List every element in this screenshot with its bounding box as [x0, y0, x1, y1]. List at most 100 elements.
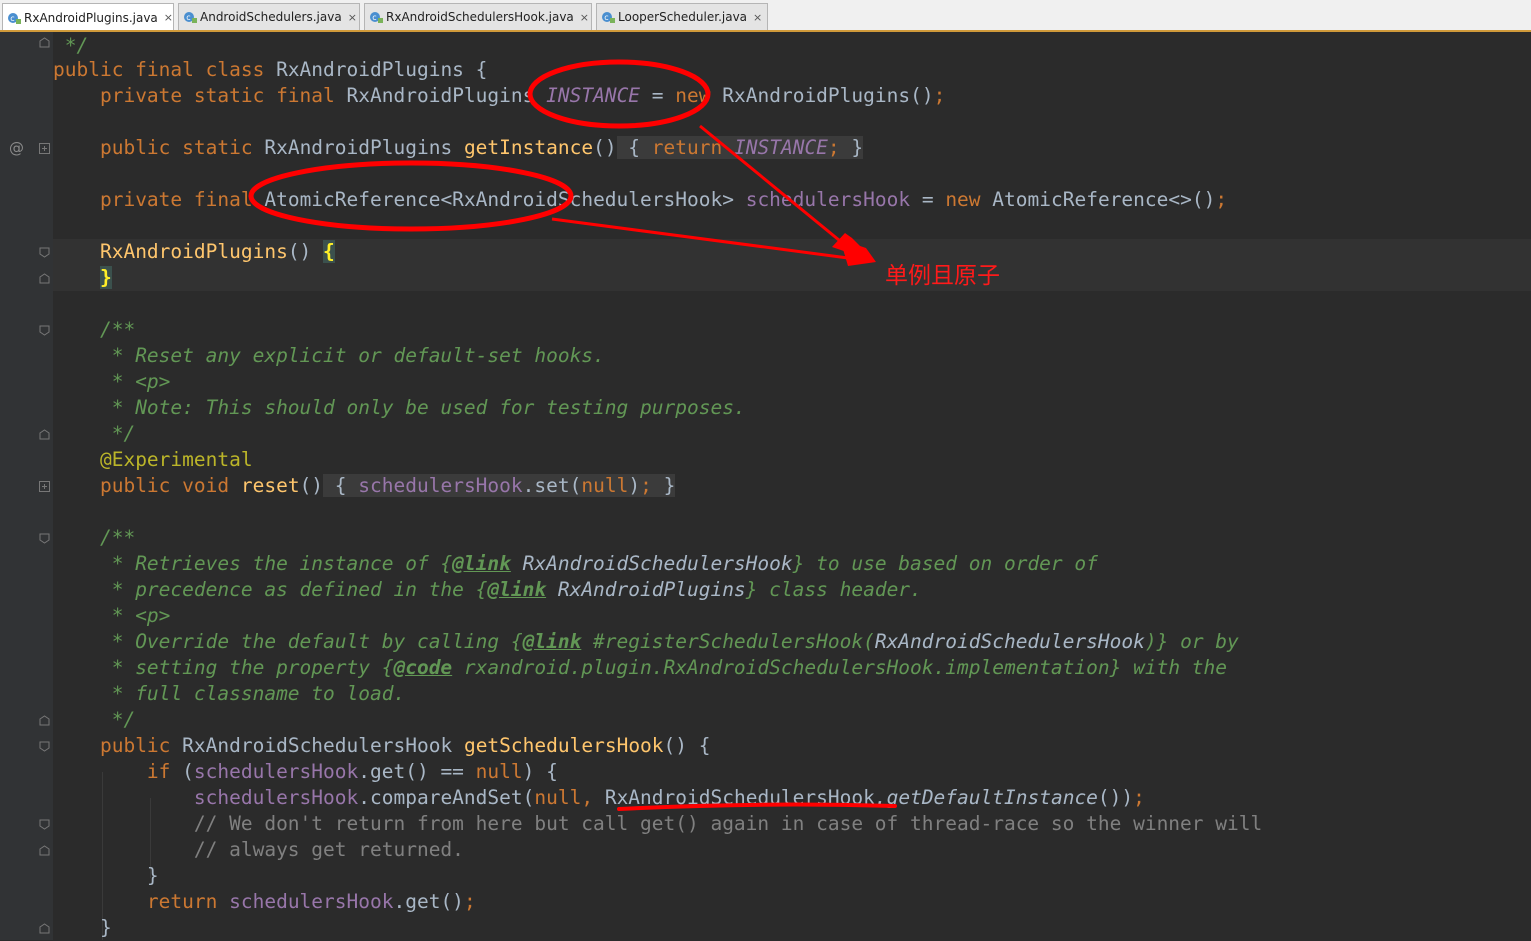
keyword: public static: [99, 136, 253, 159]
field-name: schedulersHook: [193, 786, 359, 809]
tab-label: LooperScheduler.java: [618, 10, 748, 24]
fold-start-icon[interactable]: [39, 247, 50, 258]
semicolon: ;: [1215, 188, 1228, 211]
type-name: RxAndroidSchedulersHook: [604, 786, 875, 809]
code-line: schedulersHook.compareAndSet(null, RxAnd…: [193, 786, 1145, 809]
tab-label: AndroidSchedulers.java: [200, 10, 342, 24]
code-line: */: [53, 34, 89, 57]
class-name: RxAndroidPlugins: [276, 58, 464, 81]
punct: (): [593, 136, 617, 159]
java-class-icon: c: [7, 11, 21, 25]
doc-comment-line: * <p>: [99, 370, 171, 393]
doc-comment-line: /**: [99, 526, 136, 549]
line-comment: // always get returned.: [193, 838, 464, 861]
type-name: RxAndroidSchedulersHook: [182, 734, 453, 757]
code-line: @Experimental: [53, 447, 253, 473]
keyword: if: [146, 760, 171, 783]
type-name: AtomicReference<RxAndroidSchedulersHook>: [264, 188, 734, 211]
keyword: public void: [99, 474, 230, 497]
matched-brace: }: [99, 266, 112, 289]
tab-androidschedulers[interactable]: c AndroidSchedulers.java ×: [178, 3, 360, 30]
static-field: INSTANCE: [546, 84, 641, 107]
field-name: schedulersHook: [745, 188, 911, 211]
editor-gutter: @: [0, 32, 53, 940]
fold-start-icon[interactable]: [39, 741, 50, 752]
constructor-name: RxAndroidPlugins: [99, 240, 288, 263]
method-name: reset: [240, 474, 300, 497]
keyword: public: [99, 734, 171, 757]
method-name: getInstance: [463, 136, 594, 159]
fold-end-icon[interactable]: [39, 715, 50, 726]
fold-end-icon[interactable]: [39, 429, 50, 440]
override-at-icon[interactable]: @: [9, 139, 25, 157]
folded-region[interactable]: { return INSTANCE; }: [616, 136, 864, 159]
doc-comment-line: */: [99, 708, 136, 731]
tab-label: RxAndroidPlugins.java: [24, 10, 158, 25]
semicolon: ;: [933, 84, 946, 107]
tab-rxandroidplugins[interactable]: c RxAndroidPlugins.java ×: [2, 3, 174, 31]
doc-comment-line: * <p>: [99, 604, 171, 627]
doc-comment-line: * Override the default by calling {@link…: [99, 630, 1239, 653]
folded-region[interactable]: { schedulersHook.set(null); }: [323, 474, 676, 497]
java-class-icon: c: [183, 10, 197, 24]
close-icon[interactable]: ×: [164, 11, 173, 24]
close-icon[interactable]: ×: [580, 11, 589, 24]
svg-text:c: c: [372, 13, 376, 22]
keyword: new: [945, 188, 981, 211]
ctor-call: AtomicReference<>(): [992, 188, 1216, 211]
tab-looperscheduler[interactable]: c LooperScheduler.java ×: [596, 3, 768, 30]
field-name: schedulersHook: [217, 890, 394, 913]
code-editor[interactable]: @ */ public final class RxAndroidPlugins…: [0, 32, 1531, 940]
ctor-call: RxAndroidPlugins(): [722, 84, 934, 107]
code-line: public final class RxAndroidPlugins {: [53, 57, 487, 83]
static-call: .getDefaultInstance: [874, 786, 1098, 809]
close-icon[interactable]: ×: [753, 11, 762, 24]
annotation-note: 单例且原子: [885, 263, 1000, 289]
keyword: private final: [99, 188, 253, 211]
code-line: if (schedulersHook.get() == null) {: [146, 760, 558, 783]
fold-plus-icon[interactable]: [39, 143, 50, 154]
doc-comment-line: * Retrieves the instance of {@link RxAnd…: [99, 552, 1098, 575]
tab-label: RxAndroidSchedulersHook.java: [386, 10, 574, 24]
annotation: @Experimental: [99, 448, 253, 471]
tab-rxandroidschedulershook[interactable]: c RxAndroidSchedulersHook.java ×: [364, 3, 592, 30]
code-line: private static final RxAndroidPlugins IN…: [53, 83, 945, 109]
editor-tab-bar: c RxAndroidPlugins.java × c AndroidSched…: [0, 0, 1531, 31]
fold-plus-icon[interactable]: [39, 481, 50, 492]
punct: {: [463, 58, 488, 81]
doc-comment-line: /**: [99, 318, 136, 341]
keyword: private static final: [99, 84, 335, 107]
matched-brace: {: [323, 240, 335, 263]
fold-start-icon[interactable]: [39, 819, 50, 830]
fold-start-icon[interactable]: [39, 533, 50, 544]
code-line: public RxAndroidSchedulersHook getSchedu…: [53, 733, 711, 759]
punct: (): [299, 474, 324, 497]
doc-comment-line: * setting the property {@code rxandroid.…: [99, 656, 1228, 679]
doc-comment-line: * precedence as defined in the {@link Rx…: [99, 578, 922, 601]
fold-end-icon[interactable]: [39, 273, 50, 284]
doc-comment-line: * Reset any explicit or default-set hook…: [99, 344, 605, 367]
keyword: new: [675, 84, 711, 107]
doc-comment-line: */: [99, 422, 136, 445]
line-comment: // We don't return from here but call ge…: [193, 812, 1263, 835]
close-icon[interactable]: ×: [348, 11, 357, 24]
code-line: }: [99, 916, 112, 939]
code-line: return schedulersHook.get();: [146, 890, 476, 913]
java-class-icon: c: [601, 10, 615, 24]
keyword: public final class: [53, 58, 265, 81]
punct: () {: [663, 734, 711, 757]
fold-end-icon[interactable]: [39, 923, 50, 934]
code-line: private final AtomicReference<RxAndroidS…: [53, 187, 1227, 213]
punct: (): [287, 240, 324, 263]
fold-end-icon[interactable]: [39, 37, 50, 48]
code-line: public static RxAndroidPlugins getInstan…: [53, 135, 864, 161]
doc-comment-line: * full classname to load.: [99, 682, 406, 705]
code-line: RxAndroidPlugins() {: [53, 239, 335, 265]
field-name: schedulersHook: [193, 760, 359, 783]
type-name: RxAndroidPlugins: [346, 84, 535, 107]
code-line: }: [146, 864, 159, 887]
code-line: }: [53, 265, 112, 291]
fold-start-icon[interactable]: [39, 325, 50, 336]
fold-end-icon[interactable]: [39, 845, 50, 856]
java-class-icon: c: [369, 10, 383, 24]
